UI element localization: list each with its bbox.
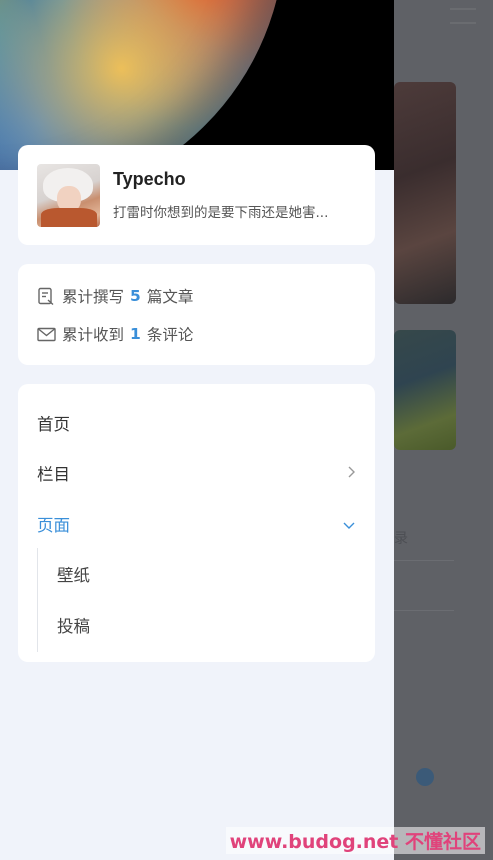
profile-description: 打雷时你想到的是要下雨还是她害... xyxy=(113,205,329,221)
comments-stat-suffix: 条评论 xyxy=(146,326,194,344)
articles-count: 5 xyxy=(130,287,141,305)
submenu-item-submit[interactable]: 投稿 xyxy=(57,612,90,638)
menu-item-pages[interactable]: 页面 xyxy=(37,510,356,538)
submenu-pages: 壁纸 投稿 xyxy=(37,548,238,652)
watermark: www.budog.net 不懂社区 xyxy=(225,827,485,854)
background-icon xyxy=(416,768,434,786)
comments-stat: 累计收到 1 条评论 xyxy=(36,323,193,345)
document-icon xyxy=(36,286,56,306)
articles-stat-prefix: 累计撰写 xyxy=(62,288,125,306)
background-page-text: 录 xyxy=(394,531,408,547)
menu-item-label: 栏目 xyxy=(37,465,70,484)
profile-name: Typecho xyxy=(113,169,186,189)
comments-stat-prefix: 累计收到 xyxy=(62,326,125,344)
stats-card: 累计撰写 5 篇文章 累计收到 1 条评论 xyxy=(18,264,375,365)
menu-item-home[interactable]: 首页 xyxy=(37,409,356,437)
avatar[interactable] xyxy=(37,164,100,227)
background-post-thumbnail xyxy=(394,330,456,450)
chevron-down-icon xyxy=(342,515,356,534)
hamburger-menu-icon xyxy=(450,8,476,24)
menu-item-label: 页面 xyxy=(37,516,70,535)
chevron-right-icon xyxy=(346,464,356,483)
menu-card: 首页 栏目 页面 壁纸 投稿 xyxy=(18,384,375,662)
background-post-thumbnail xyxy=(394,82,456,304)
articles-stat: 累计撰写 5 篇文章 xyxy=(36,285,193,307)
submenu-item-wallpaper[interactable]: 壁纸 xyxy=(57,561,90,587)
profile-card: Typecho 打雷时你想到的是要下雨还是她害... xyxy=(18,145,375,245)
background-divider xyxy=(394,610,454,611)
menu-item-label: 首页 xyxy=(37,415,70,434)
articles-stat-suffix: 篇文章 xyxy=(146,288,194,306)
background-page-overlay[interactable]: 录 xyxy=(394,0,493,860)
background-divider xyxy=(394,560,454,561)
navigation-drawer: Typecho 打雷时你想到的是要下雨还是她害... 累计撰写 5 篇文章 累计… xyxy=(0,0,394,860)
comments-count: 1 xyxy=(130,325,141,343)
menu-item-category[interactable]: 栏目 xyxy=(37,459,356,487)
mail-icon xyxy=(36,324,56,344)
